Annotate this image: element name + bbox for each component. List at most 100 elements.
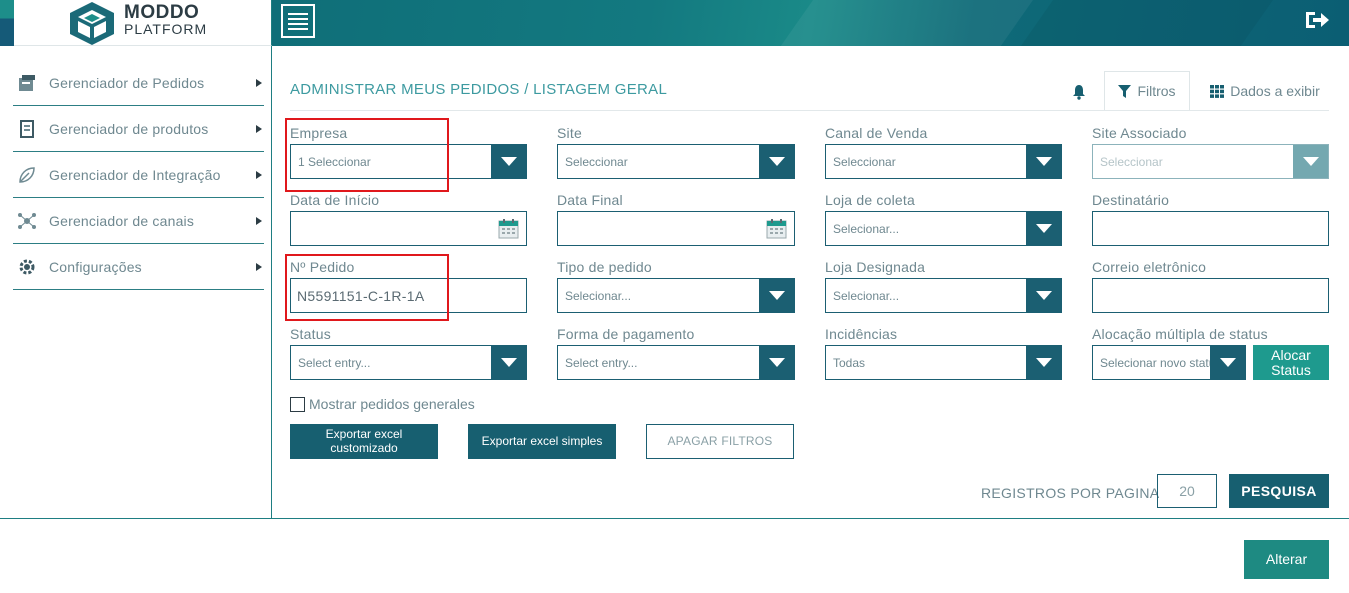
sidebar-item-label: Gerenciador de Pedidos (49, 74, 205, 91)
breadcrumb: ADMINISTRAR MEUS PEDIDOS / LISTAGEM GERA… (290, 81, 668, 98)
tipo-pedido-label: Tipo de pedido (557, 259, 652, 275)
status-label: Status (290, 326, 331, 342)
logout-icon[interactable] (1304, 9, 1330, 31)
incidencias-value: Todas (833, 356, 866, 370)
topbar-decoration (996, 0, 1288, 46)
sidebar-item-canais[interactable]: Gerenciador de canais (13, 198, 264, 244)
alocacao-label: Alocação múltipla de status (1092, 326, 1268, 342)
forma-pagamento-label: Forma de pagamento (557, 326, 695, 342)
tab-data-label: Dados a exibir (1230, 83, 1320, 99)
status-value: Select entry... (298, 356, 371, 370)
logo-area: MODDO PLATFORM (0, 0, 272, 46)
forma-pagamento-value: Select entry... (565, 356, 638, 370)
data-inicio-label: Data de Início (290, 192, 380, 208)
loja-designada-select[interactable]: Selecionar... (825, 278, 1062, 313)
tipo-pedido-value: Selecionar... (565, 289, 632, 303)
chevron-down-icon (759, 346, 794, 379)
data-final-label: Data Final (557, 192, 623, 208)
chevron-down-icon (759, 145, 794, 178)
tab-data-display[interactable]: Dados a exibir (1200, 71, 1330, 111)
loja-coleta-label: Loja de coleta (825, 192, 915, 208)
site-associado-value: Seleccionar (1100, 155, 1163, 169)
sidebar-item-label: Configurações (49, 258, 142, 275)
hamburger-menu-button[interactable] (281, 4, 315, 38)
registros-por-pagina-input[interactable]: 20 (1157, 474, 1217, 508)
canal-value: Seleccionar (833, 155, 896, 169)
calendar-icon[interactable] (498, 218, 519, 239)
highlight-box-empresa (285, 118, 449, 192)
correio-label: Correio eletrônico (1092, 259, 1207, 275)
registros-label: REGISTROS POR PAGINA (981, 485, 1160, 501)
chevron-right-icon (256, 262, 262, 271)
chevron-right-icon (256, 124, 262, 133)
tipo-pedido-select[interactable]: Selecionar... (557, 278, 795, 313)
alocacao-value: Selecionar novo status (1100, 356, 1214, 370)
integration-icon (16, 164, 38, 186)
tab-filters[interactable]: Filtros (1104, 71, 1190, 111)
correio-input[interactable] (1092, 278, 1329, 313)
sidebar-item-pedidos[interactable]: Gerenciador de Pedidos (13, 60, 264, 106)
topbar-decoration (756, 0, 1048, 46)
grid-icon (1210, 84, 1225, 98)
site-select[interactable]: Seleccionar (557, 144, 795, 179)
highlight-box-pedido (285, 254, 449, 321)
destinatario-input[interactable] (1092, 211, 1329, 246)
loja-coleta-select[interactable]: Selecionar... (825, 211, 1062, 246)
logo-name: MODDO (124, 2, 200, 23)
menu-line (288, 12, 308, 15)
export-excel-simple-button[interactable]: Exportar excel simples (468, 424, 616, 459)
site-associado-select[interactable]: Seleccionar (1092, 144, 1329, 179)
chevron-down-icon (1026, 346, 1061, 379)
alterar-button[interactable]: Alterar (1244, 540, 1329, 579)
gear-icon (16, 256, 38, 278)
alocar-status-button[interactable]: Alocar Status (1253, 345, 1329, 380)
menu-line (288, 17, 308, 20)
chevron-down-icon (1210, 346, 1245, 379)
orders-icon (16, 72, 38, 94)
site-value: Seleccionar (565, 155, 628, 169)
filter-icon (1118, 84, 1132, 98)
sidebar-item-integracao[interactable]: Gerenciador de Integração (13, 152, 264, 198)
canal-label: Canal de Venda (825, 125, 928, 141)
calendar-icon[interactable] (766, 218, 787, 239)
chevron-down-icon (759, 279, 794, 312)
bell-icon[interactable] (1071, 84, 1087, 100)
export-excel-custom-button[interactable]: Exportar excel customizado (290, 424, 438, 459)
canal-select[interactable]: Seleccionar (825, 144, 1062, 179)
sidebar-item-configuracoes[interactable]: Configurações (13, 244, 264, 290)
chevron-down-icon (491, 145, 526, 178)
logo-accent-bar (0, 0, 14, 46)
channels-icon (16, 210, 38, 232)
chevron-right-icon (256, 170, 262, 179)
product-icon (16, 118, 38, 140)
chevron-right-icon (256, 216, 262, 225)
loja-designada-label: Loja Designada (825, 259, 926, 275)
logo-text: MODDO PLATFORM (124, 2, 208, 38)
chevron-down-icon (491, 346, 526, 379)
chevron-down-icon (1026, 212, 1061, 245)
data-final-input[interactable] (557, 211, 795, 246)
sidebar-item-label: Gerenciador de canais (49, 212, 195, 229)
clear-filters-button[interactable]: APAGAR FILTROS (646, 424, 794, 459)
logo-subname: PLATFORM (124, 21, 208, 37)
page: MODDO PLATFORM Gerenciador de Pedidos Ge… (0, 0, 1349, 593)
footer-divider (0, 518, 1349, 519)
status-select[interactable]: Select entry... (290, 345, 527, 380)
incidencias-select[interactable]: Todas (825, 345, 1062, 380)
top-bar (272, 0, 1349, 46)
alocacao-select[interactable]: Selecionar novo status (1092, 345, 1246, 380)
sidebar-item-produtos[interactable]: Gerenciador de produtos (13, 106, 264, 152)
loja-designada-value: Selecionar... (833, 289, 900, 303)
chevron-down-icon (1026, 279, 1061, 312)
chevron-right-icon (256, 78, 262, 87)
data-inicio-input[interactable] (290, 211, 527, 246)
site-label: Site (557, 125, 582, 141)
sidebar: Gerenciador de Pedidos Gerenciador de pr… (0, 46, 272, 519)
search-button[interactable]: PESQUISA (1229, 474, 1329, 508)
header-divider (290, 110, 1329, 111)
loja-coleta-value: Selecionar... (833, 222, 900, 236)
tab-filters-label: Filtros (1137, 83, 1176, 99)
mostrar-pedidos-checkbox[interactable] (290, 397, 305, 412)
forma-pagamento-select[interactable]: Select entry... (557, 345, 795, 380)
sidebar-item-label: Gerenciador de produtos (49, 120, 209, 137)
